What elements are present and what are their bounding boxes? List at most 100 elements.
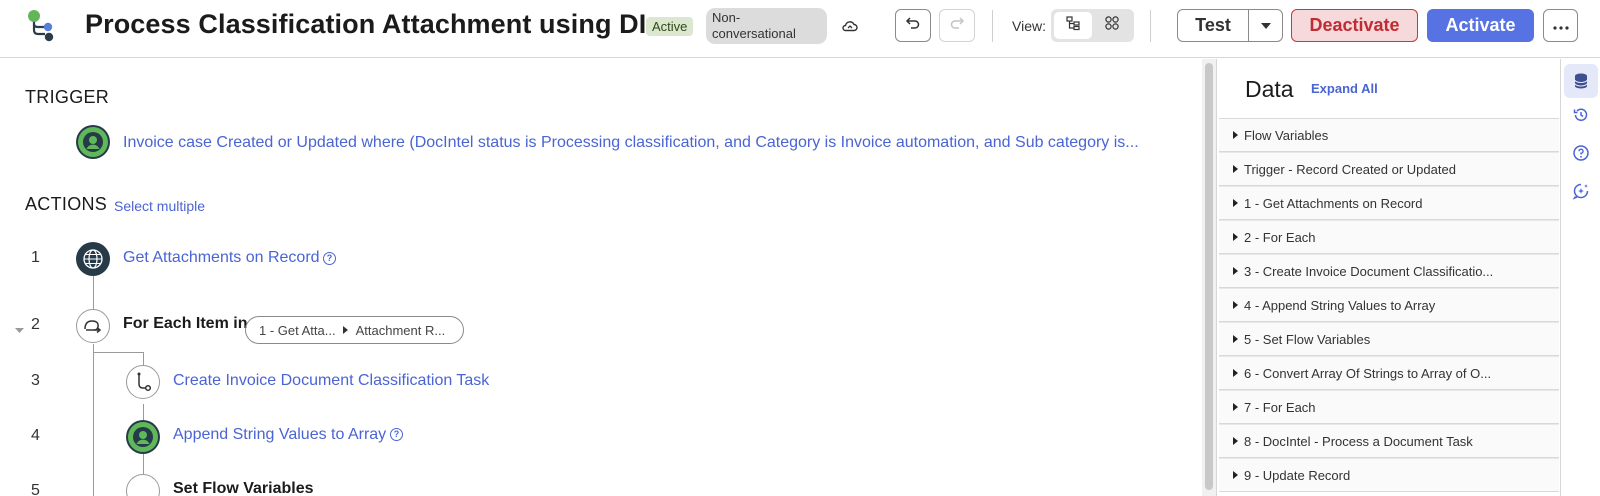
actions-heading: ACTIONS: [25, 194, 108, 214]
data-item-label: 6 - Convert Array Of Strings to Array of…: [1244, 365, 1492, 381]
data-item-label: 5 - Set Flow Variables: [1244, 331, 1371, 347]
caret-right-icon: [1233, 267, 1238, 275]
pill-field: Attachment R...: [355, 322, 446, 338]
flow-logo-icon: [26, 8, 60, 44]
redo-button[interactable]: [939, 9, 975, 42]
history-icon: [1573, 108, 1588, 121]
data-item[interactable]: 7 - For Each: [1219, 390, 1559, 424]
select-multiple-link[interactable]: Select multiple: [114, 198, 205, 214]
assistant-button[interactable]: [1564, 174, 1598, 208]
data-panel-button[interactable]: [1564, 64, 1598, 98]
data-item[interactable]: 9 - Update Record: [1219, 458, 1559, 492]
data-item-label: 1 - Get Attachments on Record: [1244, 195, 1423, 211]
caret-right-icon: [1233, 131, 1238, 139]
data-item[interactable]: 3 - Create Invoice Document Classificati…: [1219, 254, 1559, 288]
pill-source: 1 - Get Atta...: [259, 322, 336, 338]
data-list: Flow Variables Trigger - Record Created …: [1219, 118, 1559, 492]
trigger-condition-link[interactable]: Invoice case Created or Updated where (D…: [123, 134, 1139, 152]
data-item-label: 7 - For Each: [1244, 399, 1316, 415]
help-icon[interactable]: ?: [390, 428, 403, 441]
caret-right-icon: [1233, 301, 1238, 309]
data-item-label: 2 - For Each: [1244, 229, 1316, 245]
view-label: View:: [1012, 18, 1046, 34]
tree-view-icon: [1065, 15, 1081, 36]
data-item-label: 3 - Create Invoice Document Classificati…: [1244, 263, 1494, 279]
activate-button[interactable]: Activate: [1427, 9, 1534, 42]
caret-right-icon: [1233, 199, 1238, 207]
data-panel-title: Data: [1245, 76, 1294, 102]
data-item[interactable]: Trigger - Record Created or Updated: [1219, 152, 1559, 186]
action-link[interactable]: Append String Values to Array: [173, 426, 386, 444]
data-item[interactable]: 6 - Convert Array Of Strings to Array of…: [1219, 356, 1559, 390]
database-icon: [1574, 73, 1588, 89]
data-item-label: Flow Variables: [1244, 127, 1329, 143]
action-number: 4: [31, 427, 40, 444]
test-options-button[interactable]: [1248, 9, 1283, 42]
data-item[interactable]: 4 - Append String Values to Array: [1219, 288, 1559, 322]
connector: [143, 454, 144, 474]
divider: [992, 10, 993, 42]
action-number: 3: [31, 372, 40, 389]
loop-icon: [84, 320, 102, 334]
data-panel: Data Expand All Flow Variables Trigger -…: [1216, 59, 1560, 496]
action-link[interactable]: Create Invoice Document Classification T…: [173, 372, 489, 390]
trigger-node[interactable]: [76, 125, 110, 159]
action-link[interactable]: Get Attachments on Record: [123, 249, 320, 267]
grid-view-button[interactable]: [1093, 12, 1131, 39]
data-item-label: 9 - Update Record: [1244, 467, 1351, 483]
action-node[interactable]: [126, 420, 160, 454]
data-item-label: 4 - Append String Values to Array: [1244, 297, 1436, 313]
undo-button[interactable]: [895, 9, 931, 42]
connector: [93, 344, 94, 496]
connector: [143, 404, 144, 420]
scroll-thumb[interactable]: [1205, 63, 1213, 490]
data-pill[interactable]: 1 - Get Atta... Attachment R...: [245, 316, 464, 344]
chevron-down-icon: [15, 328, 24, 333]
collapse-toggle[interactable]: [15, 321, 24, 339]
expand-all-link[interactable]: Expand All: [1311, 81, 1378, 96]
history-button[interactable]: [1564, 98, 1598, 132]
page-title: Process Classification Attachment using …: [85, 9, 647, 39]
grid-view-icon: [1104, 15, 1120, 36]
caret-right-icon: [1233, 369, 1238, 377]
action-number: 1: [31, 249, 40, 266]
for-each-label: For Each Item in: [123, 315, 248, 332]
data-item[interactable]: 1 - Get Attachments on Record: [1219, 186, 1559, 220]
test-button[interactable]: Test: [1177, 9, 1249, 42]
action-node[interactable]: [126, 365, 160, 399]
divider: [1150, 10, 1151, 42]
caret-right-icon: [1233, 233, 1238, 241]
connector: [93, 352, 144, 353]
assistant-icon: [1572, 183, 1589, 200]
undo-icon: [905, 15, 921, 36]
help-icon[interactable]: ?: [323, 252, 336, 265]
caret-right-icon: [1233, 165, 1238, 173]
caret-right-icon: [1233, 471, 1238, 479]
action-node[interactable]: [126, 474, 160, 496]
data-item[interactable]: 8 - DocIntel - Process a Document Task: [1219, 424, 1559, 458]
status-badge: Active: [646, 17, 694, 36]
data-item[interactable]: 2 - For Each: [1219, 220, 1559, 254]
help-icon: [1573, 145, 1589, 161]
more-button[interactable]: [1543, 9, 1578, 42]
header: Process Classification Attachment using …: [0, 0, 1600, 58]
chevron-down-icon: [1260, 17, 1272, 35]
help-button[interactable]: [1564, 136, 1598, 170]
action-node[interactable]: [76, 309, 110, 343]
mode-badge: Non-conversational: [706, 8, 827, 44]
data-item-label: 8 - DocIntel - Process a Document Task: [1244, 433, 1473, 449]
data-item[interactable]: 5 - Set Flow Variables: [1219, 322, 1559, 356]
deactivate-button[interactable]: Deactivate: [1291, 9, 1418, 42]
action-number: 5: [31, 482, 40, 496]
canvas-scrollbar[interactable]: [1202, 59, 1216, 496]
data-item[interactable]: Flow Variables: [1219, 118, 1559, 152]
redo-icon: [949, 15, 965, 36]
cloud-sync-icon[interactable]: [841, 17, 859, 35]
tree-view-button[interactable]: [1054, 12, 1092, 39]
action-number: 2: [31, 316, 40, 333]
caret-right-icon: [1233, 335, 1238, 343]
side-rail: [1560, 59, 1600, 496]
record-icon: [78, 127, 108, 157]
branch-icon: [137, 372, 152, 392]
action-node[interactable]: [76, 242, 110, 276]
